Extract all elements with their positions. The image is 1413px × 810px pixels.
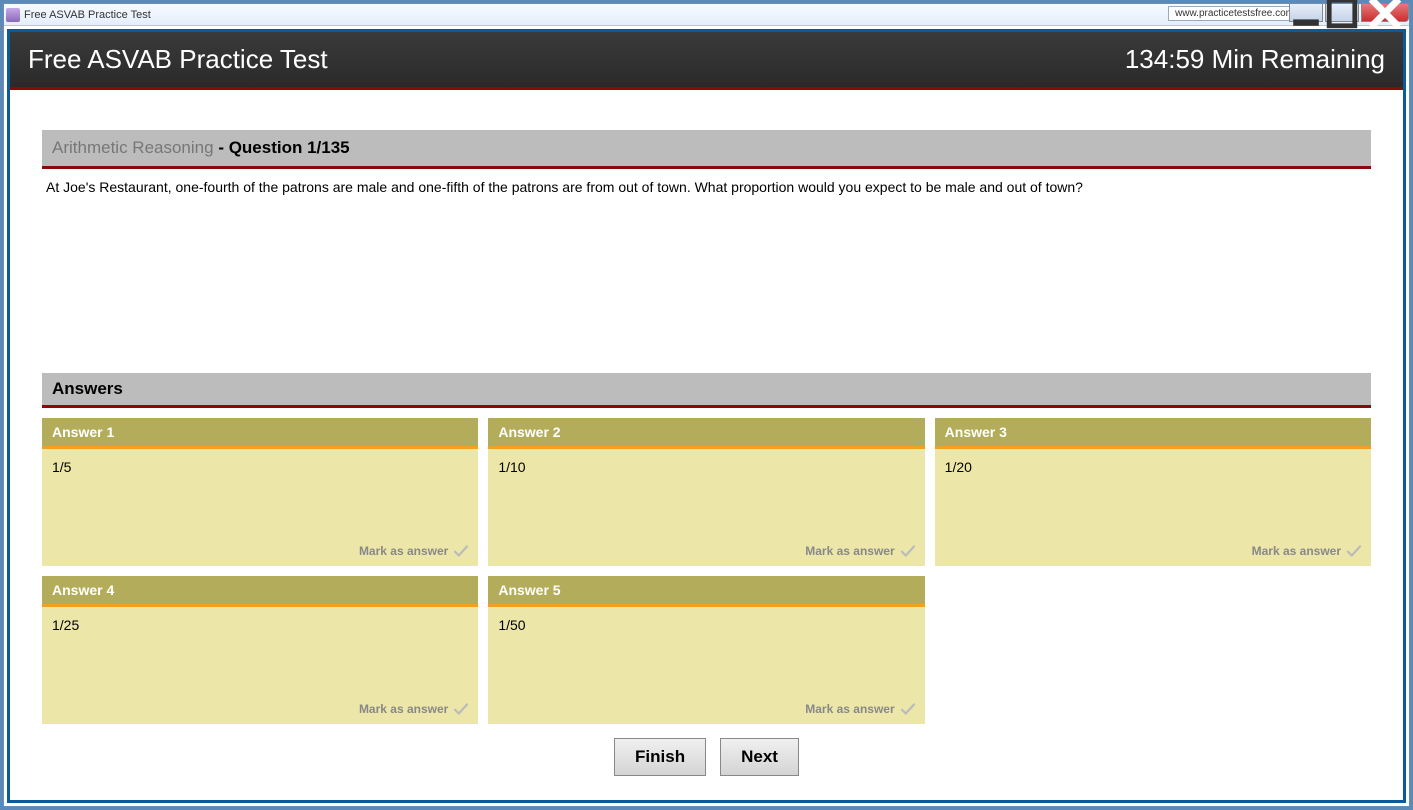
mark-label: Mark as answer (359, 544, 448, 558)
maximize-button[interactable] (1325, 4, 1359, 22)
answer-value: 1/50 (498, 617, 525, 633)
spacer (42, 205, 1371, 373)
mark-label: Mark as answer (805, 544, 894, 558)
app-window: Free ASVAB Practice Test www.practicetes… (3, 3, 1410, 807)
mark-as-answer[interactable]: Mark as answer (359, 542, 470, 560)
mark-label: Mark as answer (359, 702, 448, 716)
timer: 134:59 Min Remaining (1125, 44, 1385, 75)
app-header: Free ASVAB Practice Test 134:59 Min Rema… (10, 32, 1403, 90)
answer-1[interactable]: Answer 1 1/5 Mark as answer (42, 418, 478, 566)
content-frame: Free ASVAB Practice Test 134:59 Min Rema… (7, 29, 1406, 803)
answer-4[interactable]: Answer 4 1/25 Mark as answer (42, 576, 478, 724)
app-icon (6, 8, 20, 22)
check-icon (1345, 542, 1363, 560)
check-icon (899, 542, 917, 560)
main-area: Arithmetic Reasoning - Question 1/135 At… (10, 90, 1403, 800)
titlebar: Free ASVAB Practice Test www.practicetes… (4, 4, 1409, 26)
answer-label: Answer 1 (42, 418, 478, 446)
check-icon (899, 700, 917, 718)
answer-label: Answer 4 (42, 576, 478, 604)
check-icon (452, 700, 470, 718)
question-header: Arithmetic Reasoning - Question 1/135 (42, 130, 1371, 169)
answer-5[interactable]: Answer 5 1/50 Mark as answer (488, 576, 924, 724)
answer-body: 1/50 Mark as answer (488, 607, 924, 724)
answer-value: 1/10 (498, 459, 525, 475)
answer-3[interactable]: Answer 3 1/20 Mark as answer (935, 418, 1371, 566)
page-title: Free ASVAB Practice Test (28, 44, 328, 75)
question-text: At Joe's Restaurant, one-fourth of the p… (42, 169, 1371, 205)
window-controls (1287, 4, 1409, 22)
answer-2[interactable]: Answer 2 1/10 Mark as answer (488, 418, 924, 566)
answer-body: 1/10 Mark as answer (488, 449, 924, 566)
check-icon (452, 542, 470, 560)
question-category: Arithmetic Reasoning (52, 138, 214, 157)
mark-as-answer[interactable]: Mark as answer (359, 700, 470, 718)
mark-label: Mark as answer (805, 702, 894, 716)
answers-grid: Answer 1 1/5 Mark as answer Answer 2 1 (42, 418, 1371, 724)
finish-button[interactable]: Finish (614, 738, 706, 776)
question-counter: - Question 1/135 (218, 138, 349, 157)
footer: Finish Next (42, 724, 1371, 790)
answer-label: Answer 3 (935, 418, 1371, 446)
answer-value: 1/5 (52, 459, 71, 475)
mark-as-answer[interactable]: Mark as answer (805, 700, 916, 718)
mark-as-answer[interactable]: Mark as answer (805, 542, 916, 560)
answer-label: Answer 2 (488, 418, 924, 446)
window-title: Free ASVAB Practice Test (24, 9, 151, 21)
url-box[interactable]: www.practicetestsfree.com (1168, 6, 1301, 21)
close-button[interactable] (1361, 4, 1409, 22)
answer-body: 1/20 Mark as answer (935, 449, 1371, 566)
next-button[interactable]: Next (720, 738, 799, 776)
answer-value: 1/25 (52, 617, 79, 633)
answer-body: 1/25 Mark as answer (42, 607, 478, 724)
mark-as-answer[interactable]: Mark as answer (1252, 542, 1363, 560)
answers-header: Answers (42, 373, 1371, 408)
answer-value: 1/20 (945, 459, 972, 475)
answer-label: Answer 5 (488, 576, 924, 604)
answer-body: 1/5 Mark as answer (42, 449, 478, 566)
mark-label: Mark as answer (1252, 544, 1341, 558)
minimize-button[interactable] (1289, 4, 1323, 22)
